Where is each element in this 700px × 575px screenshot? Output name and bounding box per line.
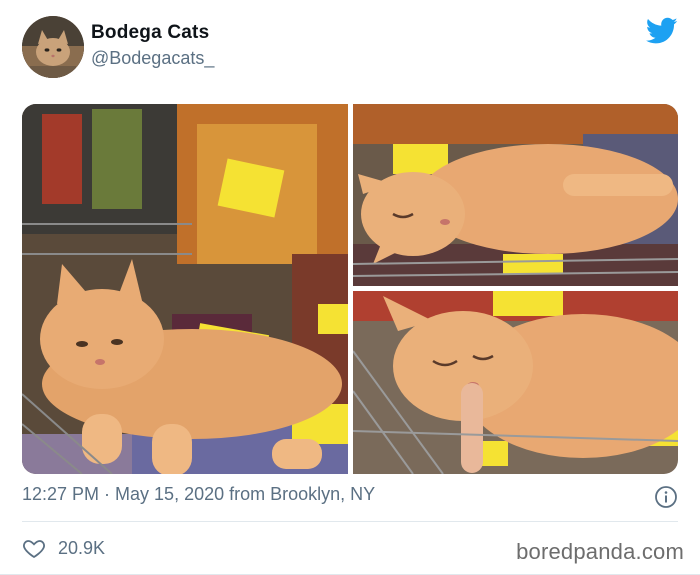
cat-photo-1[interactable] bbox=[22, 104, 348, 474]
tweet-timestamp[interactable]: 12:27 PM · May 15, 2020 from Brooklyn, N… bbox=[22, 484, 375, 505]
tweet-media-grid bbox=[22, 104, 678, 474]
cat-photo-2-image bbox=[353, 104, 678, 286]
display-name[interactable]: Bodega Cats bbox=[91, 22, 209, 44]
cat-photo-2[interactable] bbox=[353, 104, 678, 286]
tweet-card: Bodega Cats @Bodegacats_ 12:27 PM · May … bbox=[0, 0, 700, 575]
cat-photo-1-image bbox=[22, 104, 348, 474]
info-icon[interactable] bbox=[654, 485, 678, 509]
twitter-bird-icon[interactable] bbox=[646, 17, 678, 45]
cat-photo-3[interactable] bbox=[353, 291, 678, 474]
divider bbox=[22, 521, 678, 522]
like-action[interactable]: 20.9K bbox=[22, 536, 105, 560]
watermark: boredpanda.com bbox=[516, 539, 684, 564]
cat-photo-3-image bbox=[353, 291, 678, 474]
avatar[interactable] bbox=[22, 16, 84, 78]
user-handle[interactable]: @Bodegacats_ bbox=[91, 48, 214, 69]
avatar-cat-image bbox=[22, 16, 84, 78]
heart-icon[interactable] bbox=[22, 536, 46, 560]
like-count: 20.9K bbox=[58, 537, 106, 558]
